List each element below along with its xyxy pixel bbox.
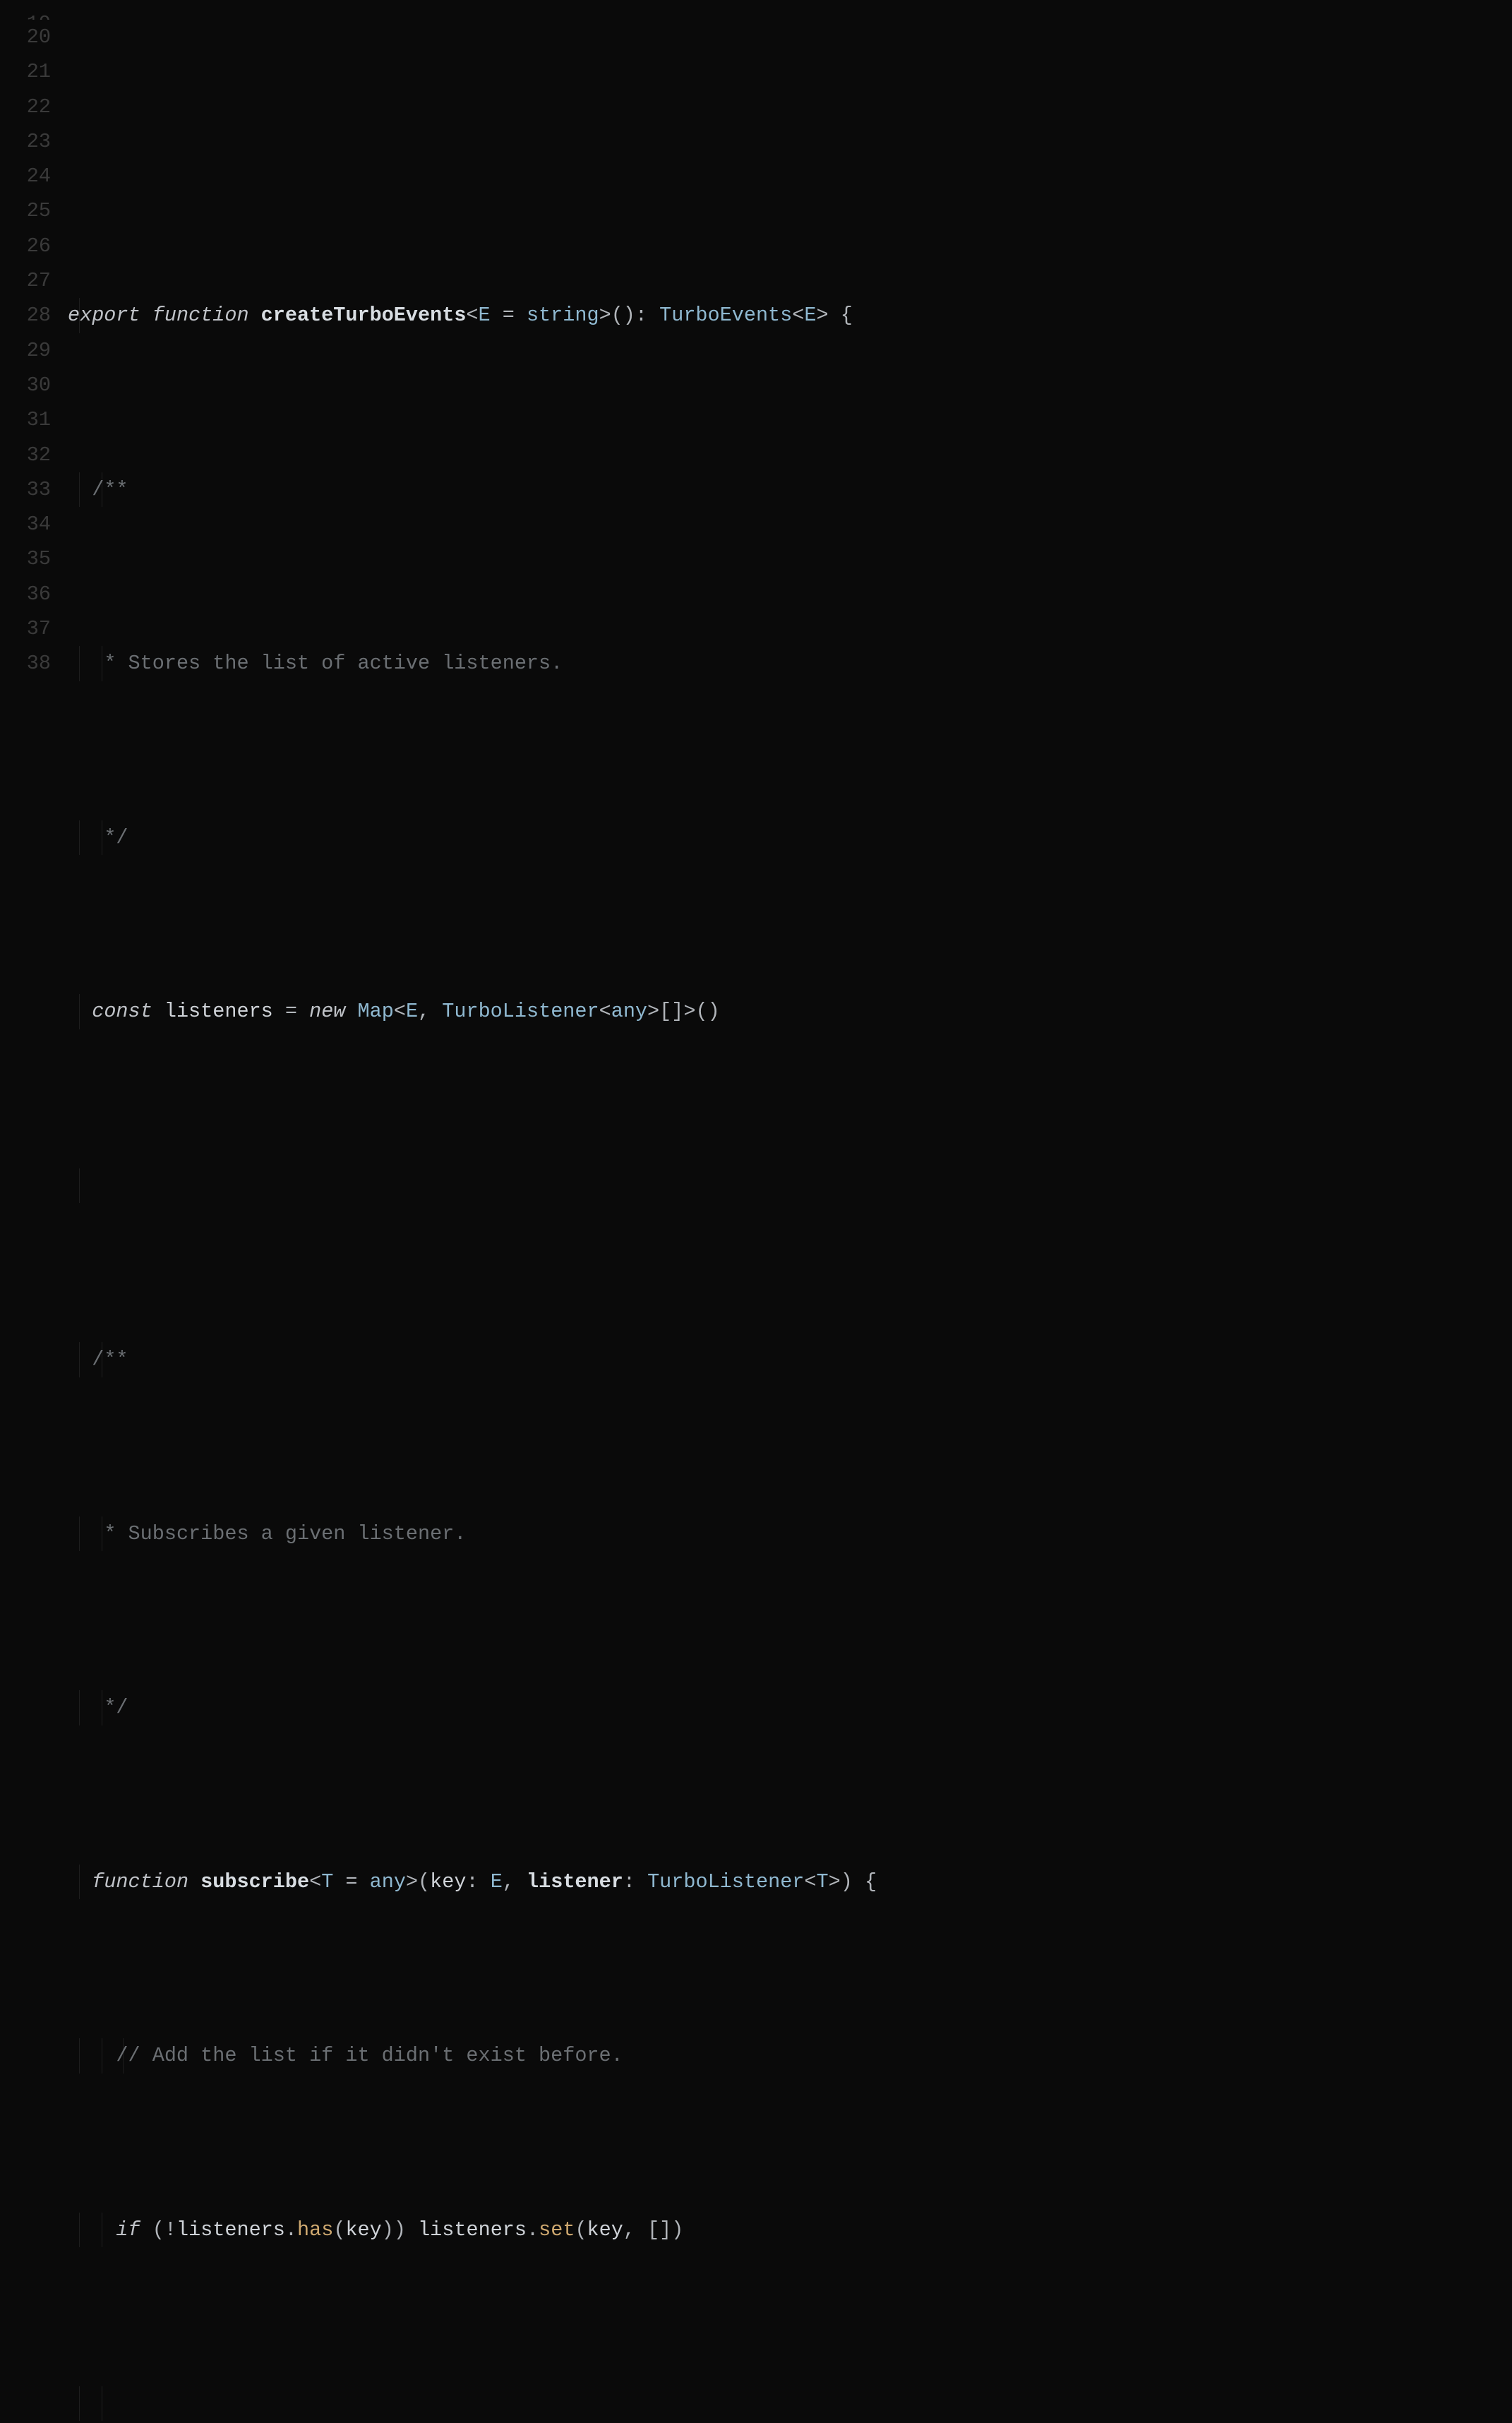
- type-param: E: [479, 304, 491, 327]
- doc-comment: * Stores the list of active listeners.: [92, 652, 563, 675]
- line-number: 33: [0, 472, 51, 507]
- code-line[interactable]: * Stores the list of active listeners.: [68, 646, 1512, 681]
- code-line[interactable]: /**: [68, 1342, 1512, 1377]
- doc-comment: */: [92, 1696, 128, 1719]
- line-number: 34: [0, 507, 51, 542]
- code-line[interactable]: [68, 2386, 1512, 2421]
- doc-comment: /**: [92, 478, 128, 501]
- code-editor[interactable]: 19 20 21 22 23 24 25 26 27 28 29 30 31 3…: [0, 0, 1512, 1212]
- code-line[interactable]: if (!listeners.has(key)) listeners.set(k…: [68, 2213, 1512, 2247]
- line-number: 38: [0, 646, 51, 681]
- method-has: has: [297, 2218, 333, 2242]
- line-number: 23: [0, 124, 51, 159]
- line-number: 21: [0, 54, 51, 89]
- param-key: key: [430, 1870, 466, 1893]
- return-type: TurboEvents: [659, 304, 792, 327]
- doc-comment: /**: [92, 1348, 128, 1371]
- line-number: 32: [0, 438, 51, 472]
- code-line[interactable]: const listeners = new Map<E, TurboListen…: [68, 994, 1512, 1029]
- code-line[interactable]: // Add the list if it didn't exist befor…: [68, 2038, 1512, 2073]
- line-number: 35: [0, 542, 51, 576]
- code-line[interactable]: function subscribe<T = any>(key: E, list…: [68, 1865, 1512, 1899]
- type-string: string: [527, 304, 599, 327]
- line-number: 31: [0, 402, 51, 437]
- line-number: 29: [0, 333, 51, 368]
- type-map: Map: [358, 1000, 394, 1023]
- function-name: subscribe: [200, 1870, 309, 1893]
- function-name: createTurboEvents: [261, 304, 467, 327]
- line-number: 22: [0, 90, 51, 124]
- code-line[interactable]: [68, 139, 1512, 159]
- code-line[interactable]: [68, 1168, 1512, 1203]
- type-turbolistener: TurboListener: [442, 1000, 599, 1023]
- doc-comment: * Subscribes a given listener.: [92, 1522, 466, 1545]
- keyword-const: const: [92, 1000, 152, 1023]
- line-number: 28: [0, 298, 51, 333]
- line-number: 20: [0, 20, 51, 54]
- line-number: 24: [0, 159, 51, 193]
- line-number: 27: [0, 263, 51, 298]
- code-line[interactable]: */: [68, 1690, 1512, 1725]
- line-number: 26: [0, 229, 51, 263]
- identifier-listeners: listeners: [164, 1000, 273, 1023]
- code-line[interactable]: export function createTurboEvents<E = st…: [68, 298, 1512, 333]
- keyword-function: function: [152, 304, 249, 327]
- keyword-new: new: [309, 1000, 345, 1023]
- code-line[interactable]: * Subscribes a given listener.: [68, 1516, 1512, 1551]
- keyword-function: function: [92, 1870, 188, 1893]
- line-number-gutter: 19 20 21 22 23 24 25 26 27 28 29 30 31 3…: [0, 0, 68, 1212]
- code-area[interactable]: export function createTurboEvents<E = st…: [68, 0, 1512, 1212]
- code-line[interactable]: /**: [68, 472, 1512, 507]
- keyword-if: if: [116, 2218, 140, 2242]
- method-set: set: [539, 2218, 575, 2242]
- param-listener: listener: [527, 1870, 623, 1893]
- line-number: 30: [0, 368, 51, 402]
- comment: // Add the list if it didn't exist befor…: [116, 2044, 623, 2067]
- line-number: 36: [0, 577, 51, 611]
- doc-comment: */: [92, 826, 128, 849]
- line-number: 25: [0, 193, 51, 228]
- line-number: 37: [0, 611, 51, 646]
- code-line[interactable]: */: [68, 820, 1512, 855]
- line-number: 19: [0, 0, 51, 20]
